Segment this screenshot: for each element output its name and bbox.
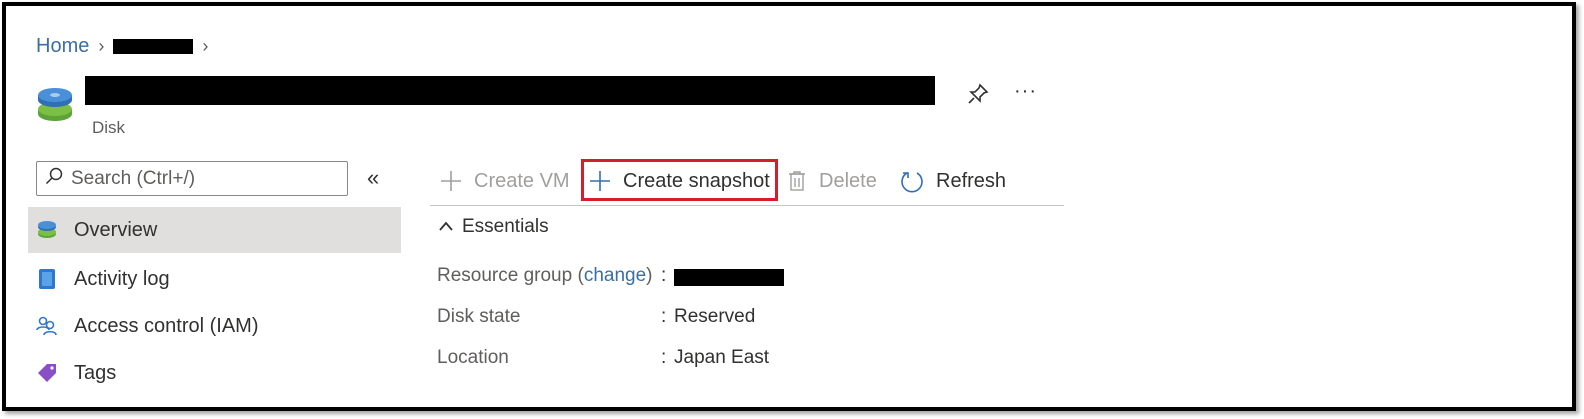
- disk-icon: [36, 219, 58, 241]
- location-value: Japan East: [674, 347, 770, 368]
- change-resource-group-link[interactable]: change: [584, 265, 646, 286]
- breadcrumb-redacted-resource[interactable]: [113, 38, 194, 54]
- essentials-toggle[interactable]: Essentials: [438, 216, 549, 238]
- colon: :: [661, 306, 667, 327]
- sidebar-item-overview[interactable]: Overview: [28, 207, 401, 253]
- pin-icon[interactable]: [966, 82, 990, 106]
- search-box[interactable]: [36, 161, 348, 196]
- sidebar-item-label: Tags: [74, 361, 117, 384]
- refresh-icon: [900, 169, 924, 193]
- sidebar-item-label: Activity log: [74, 267, 170, 290]
- disk-state-label: Disk state: [437, 306, 521, 327]
- resource-type-label: Disk: [92, 118, 126, 137]
- chevron-up-icon: [438, 216, 454, 238]
- search-icon: [45, 167, 63, 190]
- refresh-label: Refresh: [936, 169, 1007, 192]
- resource-group-label: Resource group (change): [437, 265, 652, 287]
- collapse-sidebar-button[interactable]: «: [367, 165, 379, 191]
- create-snapshot-label: Create snapshot: [623, 169, 770, 192]
- essentials-title: Essentials: [462, 216, 549, 237]
- disk-icon: [37, 87, 77, 123]
- plus-icon: [440, 170, 462, 192]
- tag-icon: [36, 362, 58, 384]
- sidebar-item-label: Overview: [74, 218, 158, 241]
- breadcrumb: Home › ›: [36, 32, 217, 60]
- sidebar-item-tags[interactable]: Tags: [28, 350, 401, 396]
- create-vm-button[interactable]: Create VM: [440, 163, 570, 199]
- location-label: Location: [437, 347, 509, 368]
- delete-label: Delete: [819, 169, 877, 192]
- breadcrumb-separator: ›: [202, 35, 209, 56]
- colon: :: [661, 347, 667, 368]
- plus-icon: [589, 170, 611, 192]
- resource-group-text: Resource group: [437, 265, 573, 286]
- search-input[interactable]: [69, 166, 333, 191]
- more-options-icon[interactable]: ···: [1014, 80, 1037, 103]
- toolbar-divider: [430, 205, 1064, 206]
- create-snapshot-button[interactable]: Create snapshot: [589, 163, 770, 199]
- page-title-redacted: [85, 76, 935, 105]
- sidebar-item-label: Access control (IAM): [74, 314, 259, 337]
- trash-icon: [787, 170, 807, 192]
- resource-group-value-redacted[interactable]: [674, 269, 784, 286]
- create-vm-label: Create VM: [474, 169, 570, 192]
- breadcrumb-separator: ›: [98, 35, 105, 56]
- people-icon: [36, 315, 58, 337]
- window-frame: Home › › Disk ··· «: [2, 2, 1576, 411]
- refresh-button[interactable]: Refresh: [900, 163, 1006, 199]
- sidebar-item-activity-log[interactable]: Activity log: [28, 256, 401, 302]
- paren-close: ): [646, 265, 653, 286]
- activity-log-icon: [36, 268, 58, 290]
- disk-state-value: Reserved: [674, 306, 756, 327]
- colon: :: [661, 265, 667, 286]
- breadcrumb-home-link[interactable]: Home: [36, 35, 89, 58]
- sidebar-item-access-control[interactable]: Access control (IAM): [28, 303, 401, 349]
- delete-button[interactable]: Delete: [787, 163, 877, 199]
